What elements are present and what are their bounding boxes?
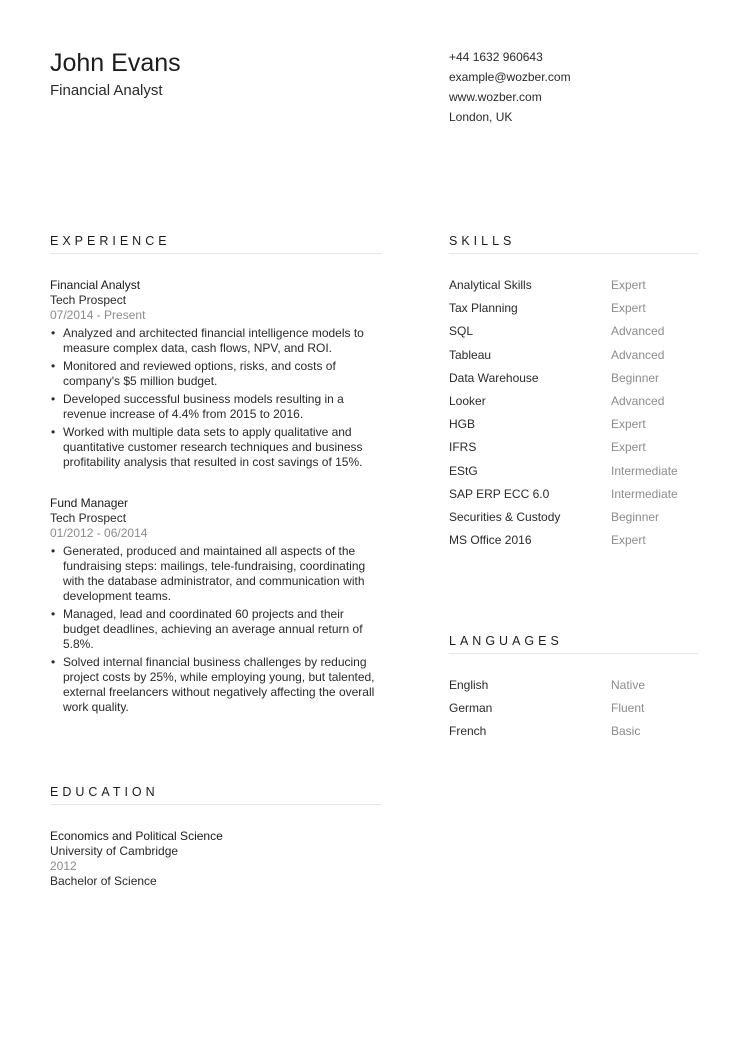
skill-row: EStG Intermediate [449,464,698,487]
entry-job-title: Fund Manager [50,496,129,510]
entry-dates: 01/2012 - 06/2014 [50,526,148,540]
skill-level: Expert [611,417,646,432]
language-level: Basic [611,724,641,739]
skill-level: Advanced [611,324,665,339]
experience-divider [50,253,382,254]
skill-name: Analytical Skills [449,278,532,292]
entry-company: Tech Prospect [50,293,127,307]
bullet-item: Managed, lead and coordinated 60 project… [50,607,382,652]
language-row: German Fluent [449,701,698,724]
education-year: 2012 [50,859,77,873]
bullet-item: Solved internal financial business chall… [50,655,382,715]
language-level: Native [611,678,646,692]
entry-bullets: Generated, produced and maintained all a… [50,544,382,715]
skill-row: Looker Advanced [449,394,698,417]
skill-name: HGB [449,417,476,432]
skill-row: SAP ERP ECC 6.0 Intermediate [449,487,698,510]
languages-heading: LANGUAGES [449,634,563,648]
skill-row: Tableau Advanced [449,348,698,371]
entry-job-title: Financial Analyst [50,278,141,292]
language-name: English [449,678,489,692]
bullet-item: Monitored and reviewed options, risks, a… [50,359,382,389]
skill-row: HGB Expert [449,417,698,440]
skill-name: IFRS [449,440,477,455]
skill-level: Expert [611,533,646,548]
skill-name: Looker [449,393,486,408]
education-field: Economics and Political Science [50,829,223,843]
language-name: French [449,724,487,739]
education-school: University of Cambridge [50,844,179,858]
skill-name: MS Office 2016 [449,533,532,548]
languages-divider [449,653,698,654]
bullet-item: Developed successful business models res… [50,392,382,422]
skill-name: Tax Planning [449,301,518,316]
skill-row: Analytical Skills Expert [449,278,698,301]
skill-name: Data Warehouse [449,370,539,385]
skill-row: MS Office 2016 Expert [449,533,698,556]
contact-location: London, UK [449,110,513,124]
language-row: French Basic [449,724,698,747]
education-degree: Bachelor of Science [50,874,157,888]
language-row: English Native [449,678,698,701]
skills-list: Analytical Skills Expert Tax Planning Expe… [449,278,698,556]
skill-level: Expert [611,278,646,292]
bullet-item: Worked with multiple data sets to apply … [50,425,382,470]
bullet-item: Analyzed and architected financial intel… [50,326,382,356]
skill-level: Expert [611,440,646,455]
experience-heading: EXPERIENCE [50,234,171,248]
skill-name: Tableau [449,347,492,362]
skill-level: Beginner [611,509,660,524]
bullet-item: Generated, produced and maintained all a… [50,544,382,604]
skill-row: Securities & Custody Beginner [449,510,698,533]
candidate-title: Financial Analyst [50,82,163,99]
skills-heading: SKILLS [449,234,516,248]
skill-row: Tax Planning Expert [449,301,698,324]
education-divider [50,804,382,805]
education-entry: Economics and Political Science Universi… [50,829,382,889]
skill-level: Expert [611,301,646,316]
entry-dates: 07/2014 - Present [50,308,146,322]
contact-block: +44 1632 960643 example@wozber.com www.w… [449,47,571,127]
language-level: Fluent [611,701,645,716]
contact-website: www.wozber.com [449,90,542,104]
skill-row: SQL Advanced [449,324,698,347]
languages-list: English Native German Fluent French Basic [449,678,698,748]
skill-name: SQL [449,324,474,339]
experience-entry: Fund Manager Tech Prospect 01/2012 - 06/… [50,496,382,718]
experience-entry: Financial Analyst Tech Prospect 07/2014 … [50,278,382,473]
skill-name: Securities & Custody [449,509,561,524]
contact-email: example@wozber.com [449,70,571,84]
skill-name: SAP ERP ECC 6.0 [449,486,550,501]
candidate-name: John Evans [50,49,181,77]
entry-company: Tech Prospect [50,511,127,525]
entry-bullets: Analyzed and architected financial intel… [50,326,382,470]
skill-level: Beginner [611,370,660,385]
skill-level: Intermediate [611,463,678,478]
skill-level: Intermediate [611,486,678,501]
skill-name: EStG [449,463,478,478]
skill-row: IFRS Expert [449,440,698,463]
contact-phone: +44 1632 960643 [449,50,543,64]
skill-row: Data Warehouse Beginner [449,371,698,394]
skill-level: Advanced [611,347,665,362]
skills-divider [449,253,698,254]
language-name: German [449,701,493,716]
skill-level: Advanced [611,393,665,408]
education-heading: EDUCATION [50,785,159,799]
